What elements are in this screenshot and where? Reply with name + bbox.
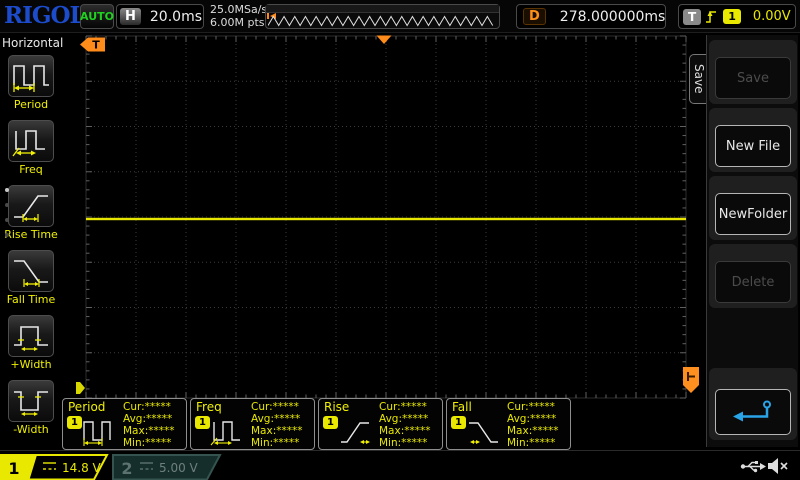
oscilloscope-screen: RIGOL AUTO H 20.0ms 25.0MSa/s 6.00M pts … bbox=[0, 0, 800, 480]
stat-avg: Avg:***** bbox=[251, 413, 301, 425]
rise-time-icon bbox=[14, 195, 48, 222]
trigger-time-marker[interactable]: T bbox=[80, 36, 107, 53]
channel-badge: 1 bbox=[323, 416, 338, 429]
timebase-value: 20.0ms bbox=[149, 8, 202, 25]
run-status-auto: AUTO bbox=[80, 4, 114, 29]
preview-waveform-icon bbox=[268, 15, 494, 27]
stat-avg: Avg:***** bbox=[123, 413, 173, 425]
menu-item-new-folder: NewFolder bbox=[709, 176, 797, 240]
trigger-source-badge: 1 bbox=[723, 9, 741, 24]
menu-item-delete: Delete bbox=[709, 244, 797, 308]
waveform-preview bbox=[265, 4, 500, 29]
svg-text:5.00 V: 5.00 V bbox=[159, 461, 199, 475]
save-button[interactable]: Save bbox=[715, 57, 791, 99]
channel-badge: 1 bbox=[67, 416, 82, 429]
delete-button[interactable]: Delete bbox=[715, 261, 791, 303]
trigger-level-value: 0.00V bbox=[752, 9, 791, 24]
stat-avg: Avg:***** bbox=[379, 413, 429, 425]
channel-badge: 1 bbox=[195, 416, 210, 429]
memory-position-strip bbox=[266, 5, 499, 19]
sidebar-item-period[interactable]: Period bbox=[0, 55, 62, 111]
channel-badge: 1 bbox=[451, 416, 466, 429]
menu-item-return bbox=[709, 368, 797, 440]
stat-max: Max:***** bbox=[251, 425, 303, 437]
stat-min: Min:***** bbox=[379, 437, 428, 449]
waveform-grid bbox=[85, 35, 687, 399]
sidebar-item-rise-time[interactable]: Rise Time bbox=[0, 185, 62, 241]
channel-indicators: 1 14.8 V 2 5.00 V bbox=[0, 454, 222, 480]
sample-rate: 25.0MSa/s bbox=[210, 3, 268, 16]
sidebar-title: Horizontal bbox=[2, 36, 64, 50]
stat-max: Max:***** bbox=[123, 425, 175, 437]
svg-text:2: 2 bbox=[121, 459, 132, 478]
trigger-badge: T bbox=[683, 8, 702, 25]
acquisition-info: 25.0MSa/s 6.00M pts bbox=[210, 3, 267, 29]
timebase-box: H 20.0ms bbox=[116, 4, 204, 29]
pos-width-icon bbox=[14, 326, 48, 351]
menu-scroll-indicator bbox=[5, 188, 9, 248]
new-file-button[interactable]: New File bbox=[715, 125, 791, 167]
delay-box: D 278.000000ms bbox=[516, 4, 666, 29]
stat-avg: Avg:***** bbox=[507, 413, 557, 425]
soft-menu: Save New File NewFolder Delete bbox=[706, 35, 798, 447]
freq-glyph-icon bbox=[210, 421, 240, 446]
stat-cur: Cur:***** bbox=[379, 401, 427, 413]
delay-badge: D bbox=[523, 8, 546, 25]
measurement-panel-freq[interactable]: Freq 1 Cur:***** Avg:***** Max:***** Min… bbox=[190, 398, 315, 450]
new-folder-button[interactable]: NewFolder bbox=[715, 193, 791, 235]
menu-item-new-file: New File bbox=[709, 108, 797, 172]
stat-cur: Cur:***** bbox=[123, 401, 171, 413]
stat-cur: Cur:***** bbox=[507, 401, 555, 413]
sidebar-item-neg-width[interactable]: -Width bbox=[0, 380, 62, 436]
period-glyph-icon bbox=[83, 421, 111, 446]
svg-text:1: 1 bbox=[8, 459, 19, 478]
sidebar-item-freq[interactable]: Freq bbox=[0, 120, 62, 176]
stat-min: Min:***** bbox=[123, 437, 172, 449]
menu-item-save: Save bbox=[709, 40, 797, 104]
measurement-panel-fall[interactable]: Fall 1 Cur:***** Avg:***** Max:***** Min… bbox=[446, 398, 571, 450]
neg-width-icon bbox=[14, 391, 48, 416]
menu-tab-save: Save bbox=[689, 54, 707, 104]
stat-min: Min:***** bbox=[507, 437, 556, 449]
sidebar-item-pos-width[interactable]: +Width bbox=[0, 315, 62, 371]
stat-max: Max:***** bbox=[507, 425, 559, 437]
trigger-level-marker[interactable] bbox=[681, 365, 701, 395]
rigol-logo: RIGOL bbox=[4, 2, 86, 29]
return-icon bbox=[733, 400, 771, 422]
sidebar-item-fall-time[interactable]: Fall Time bbox=[0, 250, 62, 306]
memory-depth: 6.00M pts bbox=[210, 16, 265, 29]
measure-sidebar: Horizontal Period Freq Rise Time Fall Ti… bbox=[0, 33, 64, 450]
svg-text:14.8 V: 14.8 V bbox=[62, 461, 102, 475]
usb-icon bbox=[740, 461, 766, 473]
ch1-offset-marker[interactable] bbox=[76, 380, 86, 396]
stat-cur: Cur:***** bbox=[251, 401, 299, 413]
horizontal-badge: H bbox=[120, 8, 141, 25]
svg-text:T: T bbox=[92, 39, 100, 52]
channel-1-indicator[interactable]: 1 14.8 V bbox=[0, 454, 109, 480]
measurement-panel-period[interactable]: Period 1 Cur:***** Avg:***** Max:***** M… bbox=[62, 398, 187, 450]
freq-icon bbox=[12, 130, 45, 157]
return-button[interactable] bbox=[715, 389, 791, 435]
period-icon bbox=[13, 65, 49, 92]
channel-2-indicator[interactable]: 2 5.00 V bbox=[112, 454, 222, 480]
trigger-box: T 1 0.00V bbox=[678, 4, 796, 29]
channel-status-bar: 1 14.8 V 2 5.00 V bbox=[0, 450, 800, 480]
trigger-slope-rising-icon bbox=[706, 11, 717, 23]
delay-value: 278.000000ms bbox=[559, 8, 666, 25]
stat-min: Min:***** bbox=[251, 437, 300, 449]
stat-max: Max:***** bbox=[379, 425, 431, 437]
fall-glyph-icon bbox=[469, 422, 498, 444]
speaker-muted-icon bbox=[768, 458, 788, 474]
fall-time-icon bbox=[14, 260, 48, 287]
top-status-bar: RIGOL AUTO H 20.0ms 25.0MSa/s 6.00M pts … bbox=[0, 0, 800, 33]
measurement-panel-rise[interactable]: Rise 1 Cur:***** Avg:***** Max:***** Min… bbox=[318, 398, 443, 450]
rise-glyph-icon bbox=[341, 422, 370, 444]
trigger-position-marker[interactable] bbox=[376, 35, 392, 45]
